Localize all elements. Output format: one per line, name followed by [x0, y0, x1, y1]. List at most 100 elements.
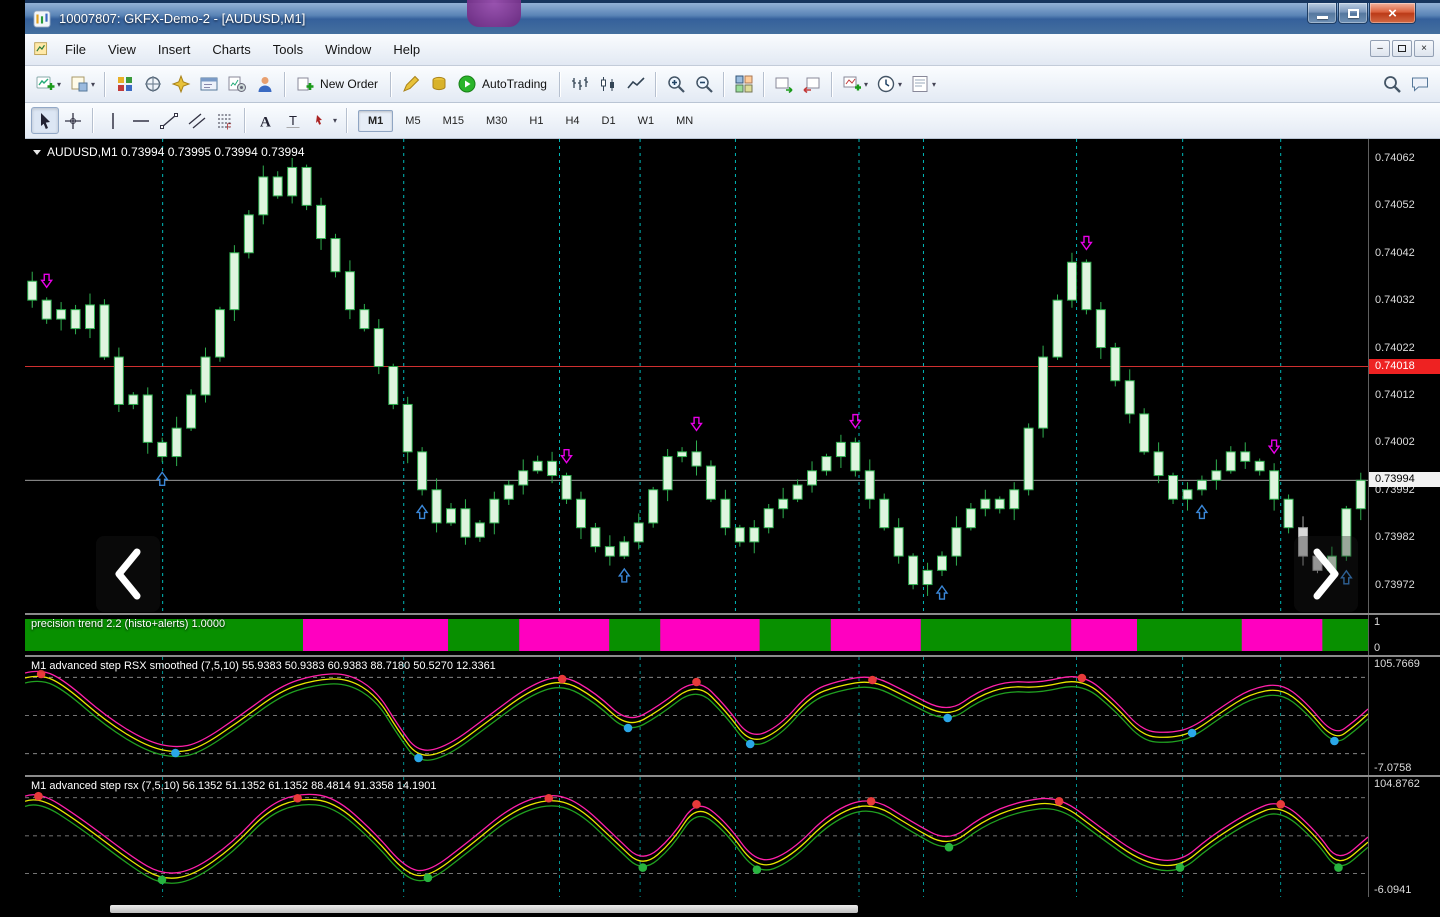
mdi-restore-button[interactable] [1392, 40, 1412, 57]
menu-help[interactable]: Help [382, 37, 431, 62]
zoom-in-button[interactable] [662, 71, 690, 98]
fibonacci-retracement-button[interactable]: F [211, 107, 239, 134]
scale-min: -7.0758 [1374, 762, 1411, 774]
symbol-dropdown-icon[interactable] [33, 150, 41, 155]
periods-button[interactable]: ▾ [872, 71, 906, 98]
navigator-button[interactable] [167, 71, 195, 98]
vertical-line-button[interactable] [99, 107, 127, 134]
search-button[interactable] [1378, 71, 1406, 98]
indicators-icon [842, 74, 862, 94]
dropdown-arrow-icon: ▾ [333, 116, 337, 125]
rsx-smoothed-scale[interactable]: 105.7669 -7.0758 [1368, 657, 1440, 775]
text-label-button[interactable]: T [279, 107, 307, 134]
scale-max: 1 [1374, 616, 1380, 628]
menu-items: FileViewInsertChartsToolsWindowHelp [54, 37, 431, 62]
menu-insert[interactable]: Insert [147, 37, 202, 62]
close-button[interactable]: × [1369, 3, 1416, 24]
window-title: 10007807: GKFX-Demo-2 - [AUDUSD,M1] [59, 11, 305, 26]
cursor-button[interactable] [31, 107, 59, 134]
templates-button[interactable]: ▾ [906, 71, 940, 98]
toolbar-separator [244, 108, 246, 133]
strategy-tester-icon [227, 74, 247, 94]
fibonacci-retracement-icon: F [215, 111, 235, 131]
market-depth-button[interactable] [425, 71, 453, 98]
rsx-pane[interactable]: M1 advanced step rsx (7,5,10) 56.1352 51… [25, 777, 1368, 897]
bar-chart-button[interactable] [566, 71, 594, 98]
prev-chevron-button[interactable] [96, 536, 160, 612]
autotrading-icon [457, 74, 477, 94]
mdi-close-button[interactable]: × [1414, 40, 1434, 57]
tile-windows-button[interactable] [730, 71, 758, 98]
toolbar-separator [723, 72, 725, 97]
rsx-label: M1 advanced step rsx (7,5,10) 56.1352 51… [31, 780, 437, 792]
menubar: FileViewInsertChartsToolsWindowHelp – × [25, 34, 1440, 66]
price-scale[interactable]: 0.740620.740520.740420.740320.740220.740… [1368, 139, 1440, 613]
price-tick: 0.74022 [1375, 342, 1415, 354]
svg-text:A: A [260, 114, 271, 130]
strategy-tester-button[interactable] [223, 71, 251, 98]
community-button[interactable] [251, 71, 279, 98]
cursor-icon [35, 111, 55, 131]
chart-shift-button[interactable] [798, 71, 826, 98]
new-order-button[interactable]: New Order [291, 71, 385, 98]
toolbar-separator [559, 72, 561, 97]
timeframe-w1[interactable]: W1 [628, 110, 665, 132]
data-window-icon [143, 74, 163, 94]
text-button[interactable]: A [251, 107, 279, 134]
dropdown-arrow-icon: ▾ [932, 80, 936, 89]
timeframe-h4[interactable]: H4 [555, 110, 589, 132]
menu-file[interactable]: File [54, 37, 97, 62]
menu-view[interactable]: View [97, 37, 147, 62]
mdi-minimize-button[interactable]: – [1370, 40, 1390, 57]
arrows-tool-button[interactable]: ▾ [307, 107, 341, 134]
next-chevron-button[interactable] [1294, 536, 1358, 612]
main-chart[interactable]: AUDUSD,M1 0.73994 0.73995 0.73994 0.7399… [25, 139, 1368, 613]
timeframe-m15[interactable]: M15 [433, 110, 474, 132]
timeframe-d1[interactable]: D1 [592, 110, 626, 132]
rsx-scale[interactable]: 104.8762 -6.0941 [1368, 777, 1440, 897]
arrows-tool-icon [311, 111, 331, 131]
trendline-button[interactable] [155, 107, 183, 134]
svg-text:T: T [289, 113, 297, 128]
horizontal-line-icon [131, 111, 151, 131]
timeframe-mn[interactable]: MN [666, 110, 703, 132]
menu-charts[interactable]: Charts [201, 37, 261, 62]
crosshair-button[interactable] [59, 107, 87, 134]
new-chart-button[interactable]: ▾ [31, 71, 65, 98]
window-controls: × [1307, 3, 1416, 24]
precision-trend-pane[interactable]: precision trend 2.2 (histo+alerts) 1.000… [25, 615, 1368, 655]
chat-icon [1410, 74, 1430, 94]
precision-trend-scale[interactable]: 1 0 [1368, 615, 1440, 655]
timeframe-h1[interactable]: H1 [519, 110, 553, 132]
data-window-button[interactable] [139, 71, 167, 98]
auto-scroll-button[interactable] [770, 71, 798, 98]
minimize-button[interactable] [1307, 3, 1337, 24]
terminal-icon [199, 74, 219, 94]
menu-window[interactable]: Window [314, 37, 382, 62]
candlestick-chart-icon [598, 74, 618, 94]
titlebar[interactable]: 10007807: GKFX-Demo-2 - [AUDUSD,M1] × [25, 0, 1440, 34]
indicators-button[interactable]: ▾ [838, 71, 872, 98]
market-watch-icon [115, 74, 135, 94]
metaeditor-button[interactable] [397, 71, 425, 98]
scale-min: -6.0941 [1374, 884, 1411, 896]
market-watch-button[interactable] [111, 71, 139, 98]
timeframe-m1[interactable]: M1 [358, 110, 393, 132]
price-tick: 0.74052 [1375, 199, 1415, 211]
timeframe-m5[interactable]: M5 [395, 110, 430, 132]
autotrading-button[interactable]: AutoTrading [453, 71, 554, 98]
zoom-out-button[interactable] [690, 71, 718, 98]
candlestick-chart-button[interactable] [594, 71, 622, 98]
equidistant-channel-button[interactable] [183, 107, 211, 134]
maximize-button[interactable] [1338, 3, 1368, 24]
chat-button[interactable] [1406, 71, 1434, 98]
price-tick: 0.74032 [1375, 294, 1415, 306]
menu-tools[interactable]: Tools [262, 37, 314, 62]
timeframe-m30[interactable]: M30 [476, 110, 517, 132]
terminal-button[interactable] [195, 71, 223, 98]
horizontal-line-button[interactable] [127, 107, 155, 134]
rsx-smoothed-pane[interactable]: M1 advanced step RSX smoothed (7,5,10) 5… [25, 657, 1368, 775]
overlay-blob [467, 0, 521, 27]
line-chart-button[interactable] [622, 71, 650, 98]
profiles-button[interactable]: ▾ [65, 71, 99, 98]
